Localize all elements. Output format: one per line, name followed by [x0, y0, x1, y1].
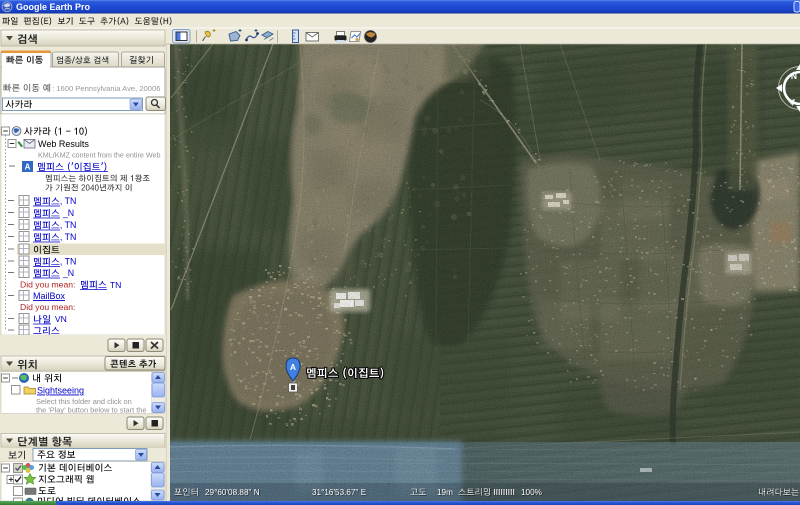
svg-text:_N: _N — [62, 268, 74, 278]
svg-text:KML/KMZ content from the entir: KML/KMZ content from the entire Web — [38, 151, 161, 160]
svg-text:A: A — [290, 362, 296, 372]
svg-text:Web Results: Web Results — [38, 139, 89, 149]
svg-text:19m: 19m — [437, 488, 453, 497]
svg-text:, TN: , TN — [60, 220, 76, 230]
svg-text:29°60'08.88" N: 29°60'08.88" N — [205, 488, 260, 497]
svg-text:31°16'53.67" E: 31°16'53.67" E — [312, 488, 367, 497]
svg-text:_N: _N — [62, 208, 74, 218]
svg-text:Did you mean:: Did you mean: — [20, 302, 75, 312]
svg-text:VN: VN — [55, 314, 67, 324]
svg-text:Google Earth Pro: Google Earth Pro — [16, 2, 91, 12]
svg-text:, TN: , TN — [60, 196, 76, 206]
svg-text:N: N — [791, 71, 797, 81]
svg-text:MailBox: MailBox — [33, 291, 66, 301]
svg-text:, TN: , TN — [60, 232, 76, 242]
svg-text:, TN: , TN — [60, 257, 76, 267]
svg-text:100%: 100% — [521, 488, 542, 497]
svg-text:Sightseeing: Sightseeing — [37, 386, 84, 396]
svg-text:the 'Play' button below to sta: the 'Play' button below to start the — [36, 406, 146, 415]
svg-text:: 1600 Pennsylvania Ave, 20006: : 1600 Pennsylvania Ave, 20006 — [52, 84, 160, 93]
svg-text:Did you mean:: Did you mean: — [20, 280, 75, 290]
svg-text:A: A — [25, 163, 31, 172]
svg-text:TN: TN — [110, 280, 121, 290]
